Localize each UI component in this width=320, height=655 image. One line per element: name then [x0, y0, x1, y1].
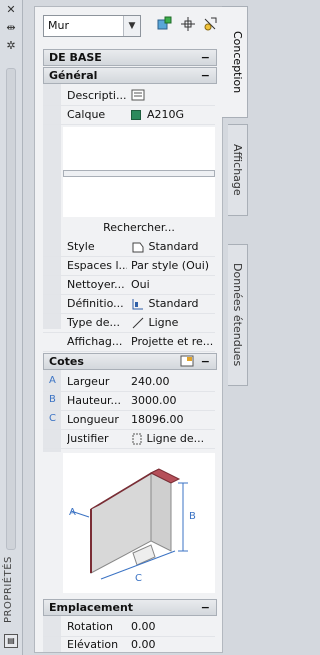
- collapse-icon[interactable]: −: [201, 68, 210, 83]
- row-espaces[interactable]: Espaces l... Par style (Oui): [43, 257, 215, 276]
- section-header-cotes[interactable]: Cotes −: [43, 353, 217, 370]
- palette-title-strip: ✕ ⇹ ✲ PROPRIÉTÉS ▤: [0, 0, 23, 655]
- settings-icon[interactable]: ✲: [5, 40, 17, 52]
- collapse-icon[interactable]: −: [201, 354, 210, 369]
- row-nettoyer[interactable]: Nettoyer... Oui: [43, 276, 215, 295]
- scrollbar[interactable]: [6, 68, 16, 550]
- row-hauteur[interactable]: B Hauteur... 3000.00: [43, 392, 215, 411]
- search-link[interactable]: Rechercher...: [63, 221, 215, 234]
- diagram-label-c: C: [135, 573, 142, 584]
- tab-affichage[interactable]: Affichage: [228, 124, 248, 216]
- row-affichage[interactable]: Affichag... Projette et re...: [43, 333, 215, 352]
- palette-title: PROPRIÉTÉS: [3, 556, 14, 624]
- tab-strip: Conception Affichage Données étendues: [222, 0, 248, 655]
- row-layer[interactable]: Calque A210G: [43, 106, 215, 125]
- line-icon: [132, 317, 144, 329]
- quick-select-icon[interactable]: [201, 16, 219, 34]
- row-style[interactable]: Style Standard: [43, 238, 215, 257]
- chevron-down-icon[interactable]: ▼: [123, 16, 140, 36]
- object-type-combo[interactable]: Mur ▼: [43, 15, 141, 37]
- row-type[interactable]: Type de... Ligne: [43, 314, 215, 333]
- select-objects-icon[interactable]: [179, 16, 197, 34]
- diagram-label-a: A: [69, 507, 76, 518]
- layer-color-icon: [131, 110, 141, 120]
- row-description[interactable]: Descripti...: [43, 87, 215, 106]
- collapse-icon[interactable]: −: [201, 50, 210, 65]
- cotes-options-icon[interactable]: [180, 355, 194, 371]
- description-edit-icon[interactable]: [131, 89, 215, 104]
- properties-panel: Mur ▼ DE BASE − Général − Descripti... Cal…: [34, 6, 223, 653]
- row-elevation[interactable]: Elévation 0.00: [43, 636, 215, 654]
- tab-conception[interactable]: Conception: [222, 6, 248, 118]
- add-selection-icon[interactable]: [155, 16, 173, 34]
- diagram-label-b: B: [189, 511, 196, 522]
- progress-bar: [63, 170, 215, 177]
- justify-icon: [132, 433, 142, 445]
- definition-icon: [132, 299, 143, 310]
- row-largeur[interactable]: A Largeur 240.00: [43, 373, 215, 392]
- style-icon: [132, 242, 144, 253]
- section-header-base[interactable]: DE BASE −: [43, 49, 217, 66]
- row-rotation[interactable]: Rotation 0.00: [43, 618, 215, 637]
- section-header-general[interactable]: Général −: [43, 67, 217, 84]
- row-longueur[interactable]: C Longueur 18096.00: [43, 411, 215, 430]
- tab-donnees-etendues[interactable]: Données étendues: [228, 244, 248, 386]
- wall-diagram: A B C: [63, 453, 215, 593]
- preview-area: [63, 127, 215, 217]
- collapse-icon[interactable]: −: [201, 600, 210, 615]
- toolbar: Mur ▼: [43, 15, 217, 37]
- row-definition[interactable]: Définitio... Standard: [43, 295, 215, 314]
- row-justifier[interactable]: Justifier Ligne de...: [43, 430, 215, 449]
- section-header-emplacement[interactable]: Emplacement −: [43, 599, 217, 616]
- palette-menu-icon[interactable]: ▤: [4, 634, 18, 648]
- auto-hide-icon[interactable]: ⇹: [5, 22, 17, 34]
- close-icon[interactable]: ✕: [5, 4, 17, 16]
- object-type-value: Mur: [48, 19, 69, 32]
